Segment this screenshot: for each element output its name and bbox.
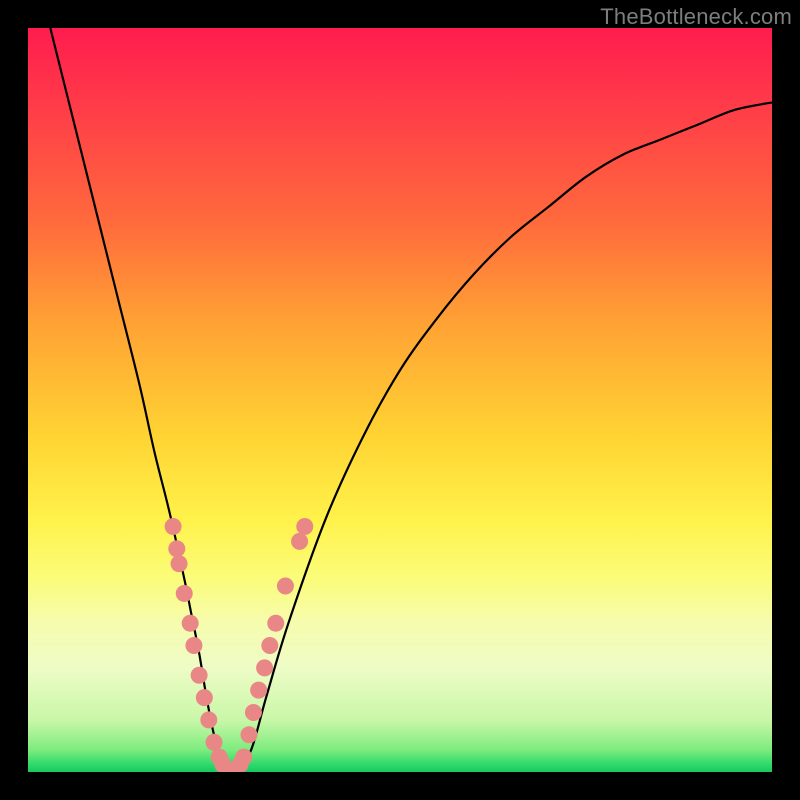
watermark-text: TheBottleneck.com — [600, 4, 792, 30]
sample-point — [191, 667, 208, 684]
sample-point — [206, 734, 223, 751]
sample-point — [261, 637, 278, 654]
sample-point — [240, 726, 257, 743]
sample-point — [245, 704, 262, 721]
sample-point — [200, 711, 217, 728]
sample-point — [277, 578, 294, 595]
sample-point — [168, 540, 185, 557]
sample-point — [185, 637, 202, 654]
sample-point — [267, 615, 284, 632]
chart-svg — [28, 28, 772, 772]
sample-point — [171, 555, 188, 572]
chart-frame: TheBottleneck.com — [0, 0, 800, 800]
sample-point — [176, 585, 193, 602]
sample-points-group — [165, 518, 314, 772]
sample-point — [256, 659, 273, 676]
bottleneck-curve — [50, 28, 772, 772]
sample-point — [250, 682, 267, 699]
plot-area — [28, 28, 772, 772]
sample-point — [235, 749, 252, 766]
sample-point — [165, 518, 182, 535]
sample-point — [291, 533, 308, 550]
sample-point — [196, 689, 213, 706]
sample-point — [296, 518, 313, 535]
sample-point — [182, 615, 199, 632]
